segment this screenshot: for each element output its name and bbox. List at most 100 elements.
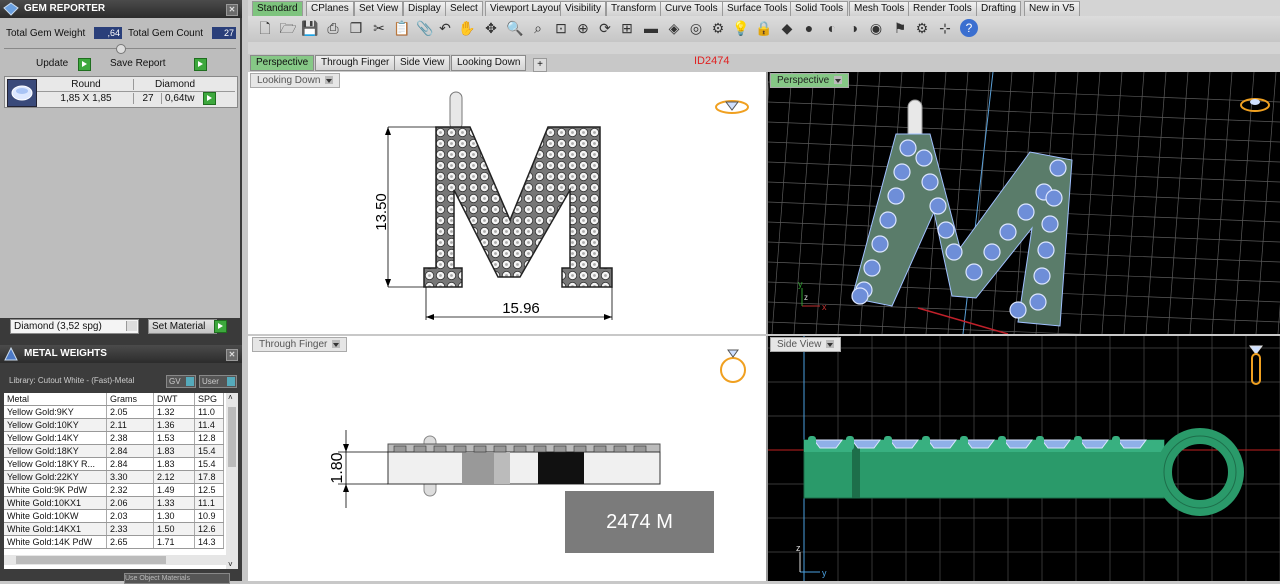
viewport-through-finger[interactable]: Through Finger 1.80 2474 M [248,336,768,581]
four-view-icon[interactable]: ⊞ [618,19,636,37]
use-object-materials-button[interactable]: Use Object Materials [124,573,230,584]
toolbar-tab-mesh-tools[interactable]: Mesh Tools [849,1,910,16]
settings-icon[interactable]: ⚙ [913,19,931,37]
viewport-looking-down[interactable]: Looking Down 13.50 15.96 [248,72,768,334]
viewport-label-perspective[interactable]: Perspective [770,73,850,88]
scroll-down-icon[interactable]: ˅ [228,560,233,569]
open-folder-icon[interactable]: 🗁 [279,19,297,37]
color-wheel-icon[interactable]: ● [800,19,818,37]
cplane-icon[interactable]: ◈ [665,19,683,37]
metal-row[interactable]: Yellow Gold:22KY 3.30 2.12 17.8 [4,470,224,484]
slider-handle[interactable] [116,44,126,54]
col-dwt[interactable]: DWT [153,393,195,406]
metal-row[interactable]: Yellow Gold:10KY 2.11 1.36 11.4 [4,418,224,432]
toolbar-tab-render-tools[interactable]: Render Tools [908,1,977,16]
ring-side-icon[interactable] [1244,344,1268,388]
chevron-down-icon[interactable] [126,321,137,331]
viewport-perspective[interactable]: Perspective x yz [768,72,1280,334]
view-tab-looking-down[interactable]: Looking Down [451,55,527,71]
toolbar-tab-select[interactable]: Select [445,1,483,16]
round-diamond-icon[interactable] [7,79,37,107]
hscroll-thumb[interactable] [16,556,166,564]
light-icon[interactable]: 💡 [732,19,750,37]
toolbar-tab-solid-tools[interactable]: Solid Tools [790,1,849,16]
flag-icon[interactable]: ⚑ [891,19,909,37]
update-go-icon[interactable] [78,58,91,71]
zoom-selected-icon[interactable]: ⊕ [574,19,592,37]
metal-table-scrollbar[interactable]: ˄ ˅ [226,393,238,569]
toolbar-tab-drafting[interactable]: Drafting [976,1,1022,16]
save-icon[interactable]: 💾 [301,19,319,37]
col-spg[interactable]: SPG [194,393,224,406]
metal-row[interactable]: Yellow Gold:14KY 2.38 1.53 12.8 [4,431,224,445]
col-metal[interactable]: Metal [4,393,107,406]
paste-icon[interactable]: 📋 [393,19,411,37]
metal-row[interactable]: Yellow Gold:18KY R... 2.84 1.83 15.4 [4,457,224,471]
toolbar-tab-set-view[interactable]: Set View [354,1,404,16]
metal-row[interactable]: White Gold:10KW 2.03 1.30 10.9 [4,509,224,523]
ring-front-icon[interactable] [718,346,748,386]
viewport-menu-icon[interactable] [834,76,843,84]
set-material-go-icon[interactable] [214,320,227,333]
add-view-tab-icon[interactable]: + [533,58,547,72]
set-material-button[interactable]: Set Material [148,319,217,334]
help-icon[interactable]: ? [960,19,978,37]
update-button[interactable]: Update [36,58,68,69]
metal-row[interactable]: White Gold:14K PdW 2.65 1.71 14.3 [4,535,224,549]
gem-row-go-icon[interactable] [203,92,216,105]
render-icon[interactable]: ◉ [867,19,885,37]
metal-row[interactable]: White Gold:9K PdW 2.32 1.49 12.5 [4,483,224,497]
sphere-icon[interactable]: ◐ [823,19,841,37]
clipboard-icon[interactable]: 📎 [416,19,434,37]
toolbar-tab-transform[interactable]: Transform [606,1,662,16]
metal-table-hscroll[interactable] [4,555,226,565]
metal-row[interactable]: White Gold:14KX1 2.33 1.50 12.6 [4,522,224,536]
save-report-button[interactable]: Save Report [110,58,166,69]
toolbar-tab-display[interactable]: Display [403,1,446,16]
toolbar-tab-cplanes[interactable]: CPlanes [306,1,354,16]
metal-row[interactable]: White Gold:10KX1 2.06 1.33 11.1 [4,496,224,510]
toolbar-tab-new-in-v5[interactable]: New in V5 [1024,1,1080,16]
properties-icon[interactable]: ⚙ [709,19,727,37]
shade-icon[interactable]: ◑ [845,19,863,37]
move-icon[interactable]: ✥ [482,19,500,37]
viewport-label-side-view[interactable]: Side View [770,337,842,352]
layer-icon[interactable]: ◎ [687,19,705,37]
pan-icon[interactable]: ✋ [458,19,476,37]
gv-button[interactable]: GV [166,375,196,388]
material-icon[interactable]: ◆ [778,19,796,37]
zoom-icon[interactable]: 🔍 [506,19,524,37]
zoom-window-icon[interactable]: ⌕ [529,19,547,37]
options-icon[interactable]: ⊹ [936,19,954,37]
ruler-icon[interactable]: ▬ [642,19,660,37]
viewport-side-view[interactable]: Side View yz [768,336,1280,581]
metal-weights-close-icon[interactable]: ✕ [226,349,238,361]
toolbar-tab-standard[interactable]: Standard [252,1,303,16]
toolbar-tab-surface-tools[interactable]: Surface Tools [722,1,793,16]
viewport-menu-icon[interactable] [826,340,835,348]
metal-row[interactable]: Yellow Gold:9KY 2.05 1.32 11.0 [4,405,224,419]
lock-icon[interactable]: 🔒 [755,19,773,37]
print-icon[interactable]: ⎙ [324,19,342,37]
metal-row[interactable]: Yellow Gold:18KY 2.84 1.83 15.4 [4,444,224,458]
col-grams[interactable]: Grams [106,393,154,406]
scroll-thumb[interactable] [228,407,236,467]
scroll-up-icon[interactable]: ˄ [228,393,233,402]
material-select[interactable]: Diamond (3,52 spg) [10,319,139,334]
rotate-icon[interactable]: ⟳ [596,19,614,37]
new-file-icon[interactable]: 🗋 [256,19,274,37]
user-button[interactable]: User [199,375,237,388]
undo-icon[interactable]: ↶ [436,19,454,37]
toolbar-tab-visibility[interactable]: Visibility [560,1,606,16]
ring-top-icon[interactable] [714,97,750,117]
view-tab-perspective[interactable]: Perspective [250,55,315,71]
cut-icon[interactable]: ✂ [370,19,388,37]
ring-perspective-icon[interactable] [1238,94,1272,114]
toolbar-tab-curve-tools[interactable]: Curve Tools [660,1,723,16]
view-tab-side-view[interactable]: Side View [394,55,451,71]
view-tab-through-finger[interactable]: Through Finger [315,55,396,71]
copy-icon[interactable]: ❐ [347,19,365,37]
toolbar-tab-viewport-layout[interactable]: Viewport Layout [485,1,567,16]
save-report-go-icon[interactable] [194,58,207,71]
gem-reporter-close-icon[interactable]: ✕ [226,4,238,16]
